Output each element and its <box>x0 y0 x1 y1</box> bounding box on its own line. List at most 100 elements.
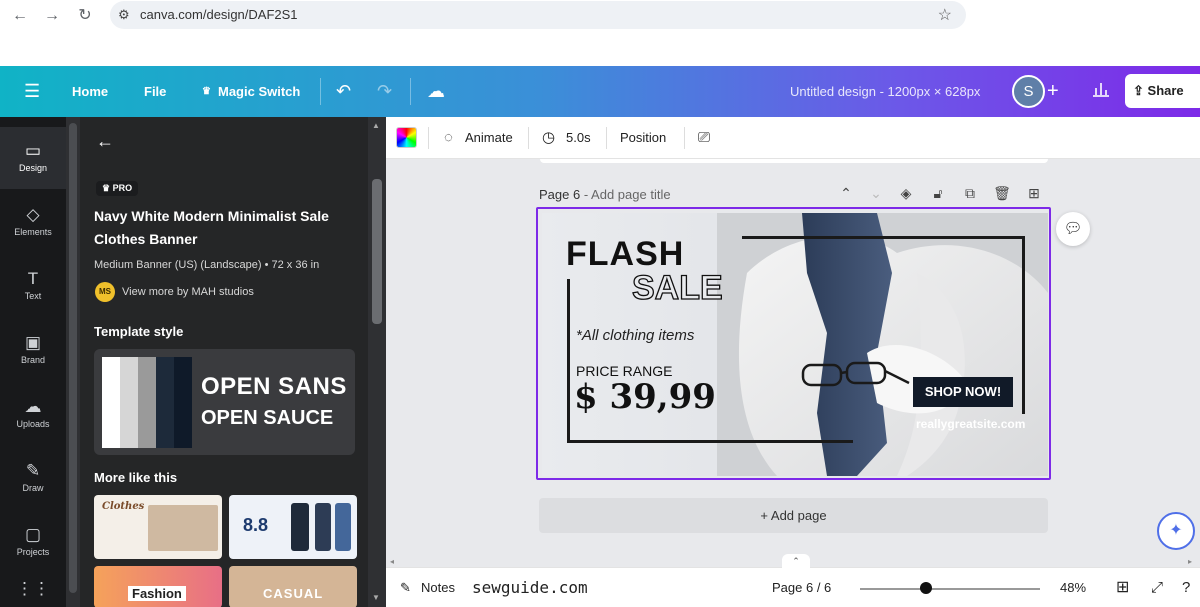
color-swatch <box>138 357 156 448</box>
all-items-text[interactable]: *All clothing items <box>576 327 694 344</box>
shop-now-button[interactable]: SHOP NOW! <box>913 377 1013 407</box>
page-number: Page 6 <box>539 187 581 202</box>
rail-item-brand[interactable]: ▣ Brand <box>0 319 66 381</box>
clothes-photo[interactable] <box>717 213 1048 476</box>
share-button[interactable]: ⇪ Share <box>1125 74 1200 108</box>
reload-icon[interactable]: ↻ <box>75 6 95 26</box>
copy-style-paint-roller-icon[interactable]: ⎚ <box>698 117 710 159</box>
share-icon: ⇪ <box>1133 83 1144 98</box>
toolbar-divider <box>428 127 429 149</box>
style-font-primary: OPEN SANS <box>201 373 347 400</box>
rail-label: Elements <box>14 227 52 237</box>
panel-scrollbar[interactable]: ▲ ▼ <box>368 117 386 607</box>
browser-bar: ← → ↻ ⚙ canva.com/design/DAF2S1 ☆ <box>0 0 1200 66</box>
zoom-slider-knob[interactable] <box>920 582 933 594</box>
move-page-up-icon[interactable]: ⌃ <box>836 185 856 202</box>
rail-item-text[interactable]: T Text <box>0 255 66 317</box>
home-button[interactable]: Home <box>72 66 108 117</box>
address-bar[interactable]: ⚙ canva.com/design/DAF2S1 ☆ <box>110 1 966 29</box>
rail-label: Draw <box>22 483 44 493</box>
rail-item-draw[interactable]: ✎ Draw <box>0 447 66 509</box>
panel-left-scrollbar[interactable] <box>66 117 80 607</box>
help-icon[interactable]: ? <box>1182 568 1190 607</box>
file-menu-button[interactable]: File <box>144 66 166 117</box>
hide-page-icon[interactable]: ◈ <box>896 185 916 202</box>
pro-badge: ♛ PRO <box>96 181 139 196</box>
banner-design[interactable]: FLASH SALE *All clothing items PRICE RAN… <box>542 213 1048 476</box>
related-template-thumb[interactable]: 8.8 <box>229 495 357 559</box>
back-arrow-icon[interactable]: ← <box>10 6 30 26</box>
move-page-down-icon[interactable]: ⌄ <box>866 185 886 202</box>
sale-headline[interactable]: SALE <box>631 268 723 308</box>
watermark-text: sewguide.com <box>472 578 588 597</box>
magic-assistant-sparkle-icon[interactable]: ✦ <box>1157 512 1195 550</box>
animate-button[interactable]: Animate <box>465 117 513 159</box>
duplicate-page-icon[interactable]: ⧉ <box>960 185 980 202</box>
cloud-saved-icon[interactable]: ☁ <box>427 66 445 117</box>
grid-view-icon[interactable]: ⊞ <box>1116 568 1129 607</box>
delete-page-icon[interactable]: 🗑︎ <box>992 185 1012 202</box>
url-text: canva.com/design/DAF2S1 <box>140 7 298 22</box>
menu-icon[interactable]: ☰ <box>24 66 40 117</box>
add-comment-icon[interactable]: 💬︎ <box>1056 212 1090 246</box>
creator-link[interactable]: View more by MAH studios <box>122 286 254 298</box>
add-collaborator-icon[interactable]: + <box>1047 66 1059 117</box>
rail-item-projects[interactable]: ▢ Projects <box>0 511 66 573</box>
creator-avatar[interactable]: MS <box>95 282 115 302</box>
template-panel: ← ♛ PRO Navy White Modern Minimalist Sal… <box>66 117 386 607</box>
draw-pen-icon: ✎ <box>25 461 41 480</box>
page-indicator[interactable]: Page 6 / 6 <box>772 568 831 607</box>
position-button[interactable]: Position <box>620 117 666 159</box>
site-settings-icon[interactable]: ⚙ <box>118 7 130 23</box>
redo-icon[interactable]: ↷ <box>377 66 392 117</box>
scroll-up-icon[interactable]: ▲ <box>372 121 380 130</box>
rail-item-design[interactable]: ▭ Design <box>0 127 66 189</box>
duration-button[interactable]: 5.0s <box>566 117 591 159</box>
back-arrow-icon[interactable]: ← <box>96 131 114 152</box>
undo-icon[interactable]: ↶ <box>336 66 351 117</box>
lock-icon[interactable]: 🔓︎ <box>928 185 948 202</box>
show-pages-chevron-icon[interactable]: ⌃ <box>782 554 810 568</box>
scroll-left-icon[interactable]: ◂ <box>390 557 394 566</box>
frame-line-right <box>1022 236 1025 414</box>
template-style-card[interactable]: OPEN SANS OPEN SAUCE <box>94 349 355 455</box>
page-title-placeholder[interactable]: - Add page title <box>584 187 671 202</box>
forward-arrow-icon[interactable]: → <box>42 6 62 26</box>
brand-icon: ▣ <box>24 333 42 352</box>
related-template-thumb[interactable]: Clothes <box>94 495 222 559</box>
template-meta: Medium Banner (US) (Landscape) • 72 x 36… <box>94 259 320 271</box>
more-like-this-heading: More like this <box>94 470 178 485</box>
scrollbar-thumb[interactable] <box>372 179 382 324</box>
bookmark-star-icon[interactable]: ☆ <box>938 5 952 25</box>
zoom-level[interactable]: 48% <box>1060 568 1086 607</box>
add-page-button[interactable]: + Add page <box>539 498 1048 533</box>
add-page-icon[interactable]: ⊞ <box>1024 185 1044 202</box>
left-rail: ▭ Design ◇ Elements T Text ▣ Brand ☁ Upl… <box>0 117 66 607</box>
page-label[interactable]: Page 6 - Add page title <box>539 187 671 202</box>
fullscreen-icon[interactable]: ⤢ <box>1151 568 1163 607</box>
notes-button[interactable]: Notes <box>421 568 455 607</box>
toolbar-divider <box>684 127 685 149</box>
selected-page-frame[interactable]: FLASH SALE *All clothing items PRICE RAN… <box>536 207 1051 480</box>
header-divider <box>410 78 411 105</box>
header-divider <box>320 78 321 105</box>
related-template-thumb[interactable]: CASUAL <box>229 566 357 607</box>
scroll-down-icon[interactable]: ▼ <box>372 593 380 602</box>
insights-chart-icon[interactable] <box>1090 80 1112 102</box>
rail-item-elements[interactable]: ◇ Elements <box>0 191 66 253</box>
user-avatar[interactable]: S <box>1012 75 1045 108</box>
crown-icon: ♛ <box>102 183 113 193</box>
design-title[interactable]: Untitled design - 1200px × 628px <box>790 66 980 117</box>
template-title: Navy White Modern Minimalist Sale Clothe… <box>94 208 329 247</box>
zoom-slider-track[interactable] <box>860 588 1040 590</box>
magic-switch-button[interactable]: Magic Switch <box>218 66 300 117</box>
website-text[interactable]: reallygreatsite.com <box>916 417 1025 431</box>
related-template-thumb[interactable]: Fashion <box>94 566 222 607</box>
frame-line-bottom <box>567 440 853 443</box>
design-icon: ▭ <box>24 141 42 160</box>
price-text[interactable]: $ 39,99 <box>574 377 716 417</box>
rail-item-uploads[interactable]: ☁ Uploads <box>0 383 66 445</box>
scroll-right-icon[interactable]: ▸ <box>1188 557 1192 566</box>
background-color-button[interactable] <box>396 127 417 148</box>
rail-item-apps[interactable]: ⋮⋮ <box>0 569 66 607</box>
